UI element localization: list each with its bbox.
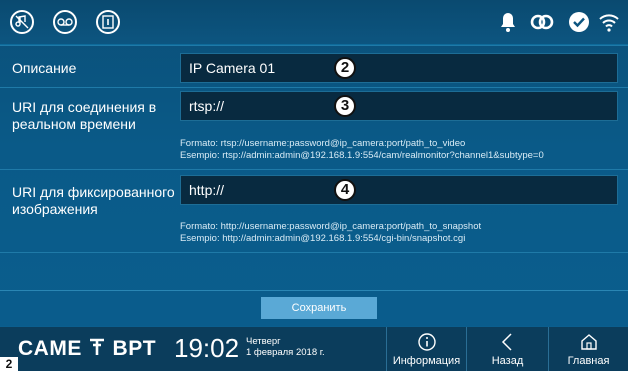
- back-nav-button[interactable]: Назад: [466, 327, 548, 371]
- info-nav-label: Информация: [392, 355, 461, 367]
- callout-marker-4: 4: [334, 179, 356, 201]
- description-label: Описание: [12, 60, 77, 76]
- brand-logo-right: BPT: [112, 337, 157, 360]
- check-icon: [568, 11, 590, 33]
- description-input[interactable]: IP Camera 01: [180, 53, 618, 83]
- status-bar: [0, 0, 628, 45]
- back-nav-label: Назад: [491, 355, 524, 367]
- row-divider: [0, 45, 628, 46]
- realtime-uri-format-hint: Formato: rtsp://username:password@ip_cam…: [180, 138, 466, 149]
- realtime-uri-label-line2: реальном времени: [12, 116, 136, 132]
- snapshot-uri-input[interactable]: http://: [180, 175, 618, 205]
- link-icon: [530, 11, 554, 33]
- realtime-uri-input[interactable]: rtsp://: [180, 91, 618, 121]
- date-display: Четверг 1 февраля 2018 г.: [246, 336, 325, 358]
- music-off-icon[interactable]: [10, 10, 34, 34]
- callout-marker-3: 3: [334, 95, 356, 117]
- date-value: 1 февраля 2018 г.: [246, 347, 325, 358]
- home-nav-button[interactable]: Главная: [548, 327, 628, 371]
- settings-screen: Описание IP Camera 01 2 URI для соединен…: [0, 0, 628, 371]
- page-number-badge: 2: [0, 357, 18, 371]
- clock: 19:02: [174, 333, 240, 363]
- snapshot-uri-example-hint: Esempio: http://admin:admin@192.168.1.9:…: [180, 233, 466, 244]
- back-chevron-icon: [467, 332, 548, 352]
- day-of-week: Четверг: [246, 336, 281, 347]
- brand-logo: CAME BPT: [18, 337, 156, 361]
- callout-marker-2: 2: [334, 57, 356, 79]
- brand-logo-left: CAME: [18, 337, 82, 360]
- info-nav-button[interactable]: Информация: [386, 327, 466, 371]
- home-icon: [549, 332, 628, 352]
- snapshot-uri-label-line2: изображения: [12, 201, 98, 217]
- row-divider: [0, 252, 628, 253]
- home-nav-label: Главная: [567, 355, 610, 367]
- info-door-icon[interactable]: [96, 10, 120, 34]
- row-divider: [0, 87, 628, 88]
- bell-icon: [499, 11, 521, 33]
- realtime-uri-example-hint: Esempio: rtsp://admin:admin@192.168.1.9:…: [180, 150, 544, 161]
- save-button[interactable]: Сохранить: [261, 297, 377, 319]
- row-divider: [0, 169, 628, 170]
- info-icon: [387, 332, 466, 352]
- snapshot-uri-format-hint: Formato: http://username:password@ip_cam…: [180, 221, 482, 232]
- brand-pin-icon: [88, 337, 112, 360]
- voicemail-icon[interactable]: [53, 10, 77, 34]
- wifi-icon: [598, 11, 620, 33]
